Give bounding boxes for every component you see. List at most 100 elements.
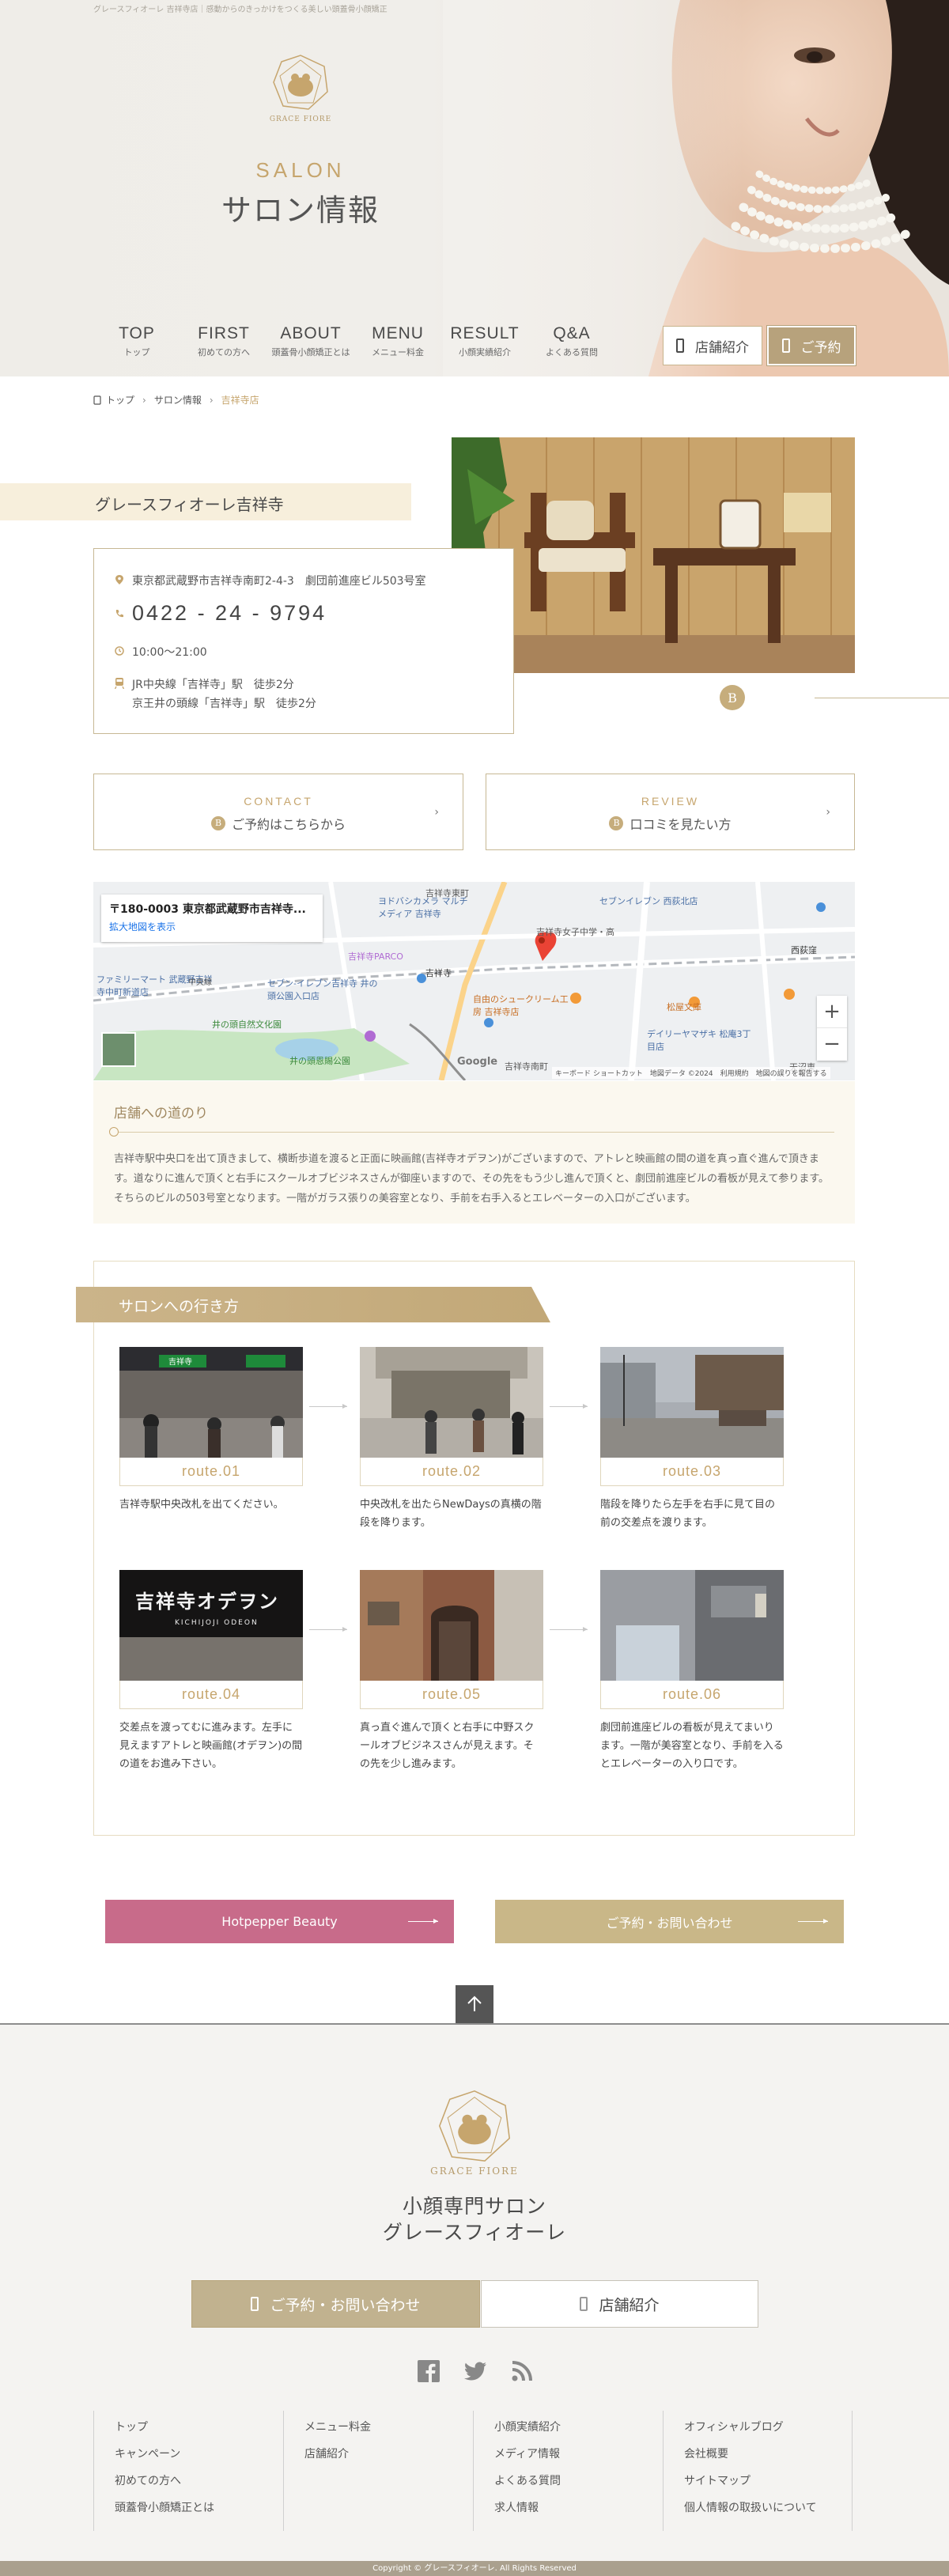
map-zoom-control: + − — [817, 996, 847, 1061]
nav-first[interactable]: FIRST 初めての方へ — [180, 324, 267, 367]
station-sign-text: 吉祥寺 — [168, 1358, 192, 1367]
footer-link[interactable]: 会社概要 — [684, 2444, 852, 2471]
footer-column: 小顔実績紹介 メディア情報 よくある質問 求人情報 — [473, 2411, 663, 2531]
footer-link[interactable]: メディア情報 — [494, 2444, 663, 2471]
nav-label-jp: 頭蓋骨小顔矯正とは — [271, 347, 350, 357]
contact-cta-button[interactable]: ご予約・お問い合わせ — [495, 1900, 844, 1943]
map-pin-icon — [115, 575, 123, 584]
contact-link-box[interactable]: CONTACT B ご予約はこちらから › — [93, 774, 463, 850]
footer-link[interactable]: 頭蓋骨小顔矯正とは — [115, 2498, 283, 2525]
reserve-button[interactable]: ご予約 — [766, 325, 856, 366]
store-info-box: 東京都武蔵野市吉祥寺南町2-4-3 劇団前進座ビル503号室 0422 - 24… — [93, 548, 514, 734]
train-icon — [115, 678, 124, 689]
map-label: 中央線 — [188, 978, 212, 987]
directions-text: 吉祥寺駅中央口を出て頂きまして、横断歩道を渡ると正面に映画館(吉祥寺オデヲン)が… — [114, 1153, 830, 1205]
chevron-right-icon: › — [209, 394, 214, 406]
map-label: セブンイレブン 西荻北店 — [599, 896, 698, 906]
nav-label-jp: 初めての方へ — [198, 347, 250, 357]
map-label: 井の頭恩賜公園 — [289, 1056, 350, 1066]
arrow-right-icon — [309, 1404, 347, 1409]
rss-icon[interactable] — [509, 2358, 535, 2384]
route-card-4: 吉祥寺オデヲン KICHIJOJI ODEON route.04 交差点を渡って… — [119, 1570, 303, 1773]
footer-link[interactable]: 店舗紹介 — [304, 2444, 473, 2471]
chevron-right-icon: › — [434, 806, 439, 819]
route-description: 中央改札を出たらNewDaysの真横の階段を降ります。 — [360, 1499, 542, 1529]
store-tel[interactable]: 0422 - 24 - 9794 — [132, 601, 327, 626]
nav-qa[interactable]: Q&A よくある質問 — [528, 324, 615, 367]
phone-icon — [251, 2297, 259, 2311]
map-label: 吉祥寺PARCO — [348, 951, 403, 962]
route-card-2: route.02 中央改札を出たらNewDaysの真横の階段を降ります。 — [360, 1347, 543, 1532]
map-layer-toggle[interactable] — [101, 1032, 136, 1067]
station-gate-image — [119, 1347, 303, 1458]
footer-contact-button[interactable]: ご予約・お問い合わせ — [191, 2280, 480, 2328]
zoom-out-button[interactable]: − — [817, 1028, 847, 1061]
beauty-badge-icon: B — [210, 816, 225, 830]
arrow-right-icon — [550, 1404, 588, 1409]
phone-icon — [115, 609, 123, 617]
hotpepper-button[interactable]: Hotpepper Beauty — [105, 1900, 454, 1943]
street-crossing-image — [600, 1347, 784, 1458]
nav-top[interactable]: TOP トップ — [93, 324, 180, 367]
access-jr: JR中央線「吉祥寺」駅 徒歩2分 — [132, 679, 294, 691]
route-label: route.06 — [600, 1681, 784, 1709]
nav-label-jp: トップ — [123, 347, 150, 357]
footer-link[interactable]: 個人情報の取扱いについて — [684, 2498, 852, 2525]
route-label: route.01 — [119, 1458, 303, 1486]
footer-link[interactable]: キャンペーン — [115, 2444, 283, 2471]
frog-logo-icon — [438, 2090, 511, 2162]
footer-link[interactable]: トップ — [115, 2417, 283, 2444]
arrow-up-icon — [467, 1995, 482, 2011]
beauty-badge-icon: B — [609, 816, 624, 830]
copyright: Copyright © グレースフィオーレ. All Rights Reserv… — [0, 2561, 949, 2576]
nav-label-jp: メニュー料金 — [372, 347, 424, 357]
shop-button-label: 店舗紹介 — [695, 339, 749, 356]
zoom-in-button[interactable]: + — [817, 996, 847, 1028]
station-exit-image — [360, 1347, 543, 1458]
nav-result[interactable]: RESULT 小顔実績紹介 — [441, 324, 528, 367]
footer-link[interactable]: 小顔実績紹介 — [494, 2417, 663, 2444]
review-label-jp: 口コミを見たい方 — [630, 817, 732, 832]
map-label: 吉祥寺女子中学・高 — [536, 927, 614, 937]
nav-about[interactable]: ABOUT 頭蓋骨小顔矯正とは — [267, 324, 354, 367]
map-enlarge-link[interactable]: 拡大地図を表示 — [109, 920, 315, 933]
footer-link[interactable]: オフィシャルブログ — [684, 2417, 852, 2444]
shop-button[interactable]: 店舗紹介 — [663, 326, 762, 365]
map-info-card: 〒180-0003 東京都武蔵野市吉祥寺... 拡大地図を表示 — [101, 895, 323, 942]
footer-sitemap: トップ キャンペーン 初めての方へ 頭蓋骨小顔矯正とは メニュー料金 店舗紹介 … — [93, 2411, 855, 2531]
map-label: 井の頭自然文化園 — [212, 1019, 282, 1030]
map-footer[interactable]: キーボード ショートカット 地図データ ©2024 利用規約 地図の誤りを報告す… — [552, 1067, 830, 1079]
map-label: セブン-イレブン吉祥寺 井の頭公園入口店 — [267, 978, 378, 1001]
footer-link[interactable]: サイトマップ — [684, 2471, 852, 2498]
breadcrumb-salon[interactable]: サロン情報 — [154, 393, 202, 407]
review-link-box[interactable]: REVIEW B 口コミを見たい方 › — [486, 774, 855, 850]
footer-logo[interactable] — [433, 2086, 516, 2166]
tel-row[interactable]: 0422 - 24 - 9794 — [115, 601, 327, 626]
route-description: 劇団前進座ビルの看板が見えてまいります。一階が美容室となり、手前を入るとエレベー… — [600, 1722, 784, 1770]
phone-icon — [676, 339, 684, 353]
google-map[interactable]: 吉祥寺東町 ヨドバシカメラ マルチメディア 吉祥寺 セブンイレブン 西荻北店 吉… — [93, 882, 855, 1080]
social-links — [416, 2358, 556, 2384]
facebook-icon[interactable] — [416, 2358, 441, 2384]
map-address: 〒180-0003 東京都武蔵野市吉祥寺... — [109, 903, 306, 916]
footer-shop-button[interactable]: 店舗紹介 — [481, 2280, 758, 2328]
nav-menu[interactable]: MENU メニュー料金 — [354, 324, 441, 367]
footer-logo-text: GRACE FIORE — [430, 2166, 519, 2177]
arrow-right-icon — [309, 1627, 347, 1632]
breadcrumb-top[interactable]: トップ — [106, 393, 134, 407]
footer-link[interactable]: 初めての方へ — [115, 2471, 283, 2498]
footer-link[interactable]: 求人情報 — [494, 2498, 663, 2525]
page-top-button[interactable] — [456, 1985, 493, 2023]
school-building-image — [360, 1570, 543, 1681]
map-label: 吉祥寺南町 — [505, 1061, 548, 1072]
footer-link[interactable]: よくある質問 — [494, 2471, 663, 2498]
route-description: 真っ直ぐ進んで頂くと右手に中野スクールオブビジネスさんが見えます。その先を少し進… — [360, 1722, 535, 1770]
store-address: 東京都武蔵野市吉祥寺南町2-4-3 劇団前進座ビル503号室 — [132, 575, 426, 588]
access-row: JR中央線「吉祥寺」駅 徒歩2分 京王井の頭線「吉祥寺」駅 徒歩2分 — [115, 675, 316, 713]
footer-link[interactable]: メニュー料金 — [304, 2417, 473, 2444]
global-nav: TOP トップ FIRST 初めての方へ ABOUT 頭蓋骨小顔矯正とは MENU メニ… — [93, 324, 615, 367]
map-label: 自由のシュークリーム工房 吉祥寺店 — [473, 994, 569, 1017]
twitter-icon[interactable] — [463, 2358, 488, 2384]
brand-logo[interactable]: GRACE FIORE — [269, 52, 332, 123]
arrow-right-icon — [408, 1919, 438, 1923]
